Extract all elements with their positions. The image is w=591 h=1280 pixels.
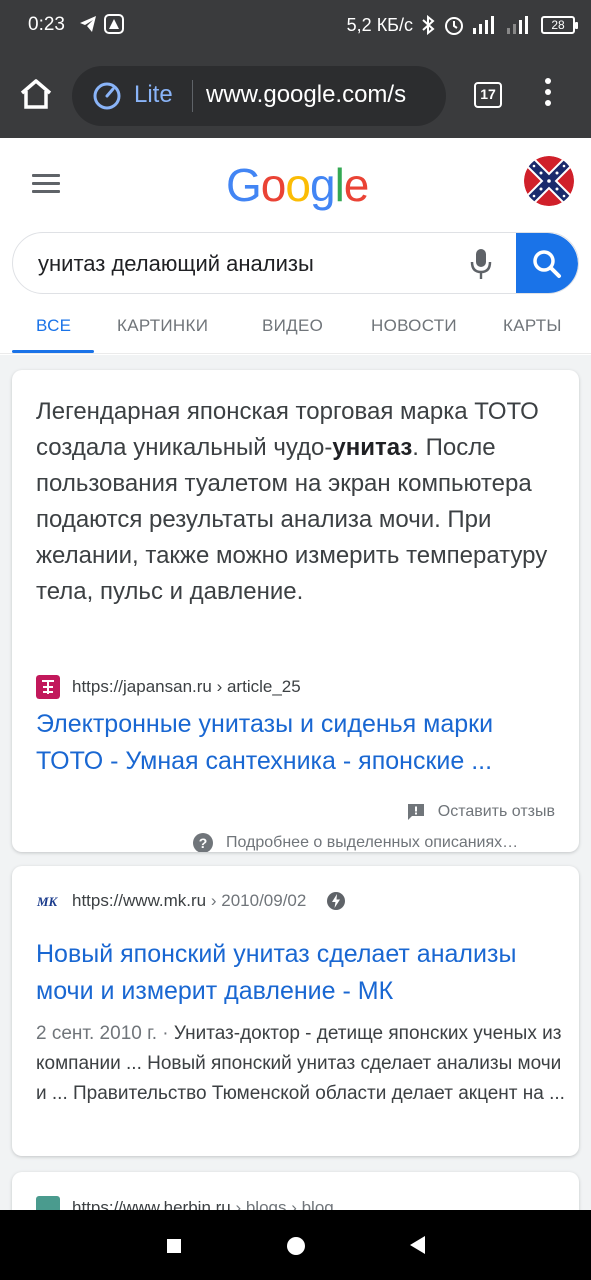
search-tabs: ВСЕ КАРТИНКИ ВИДЕО НОВОСТИ КАРТЫ — [0, 300, 591, 354]
search-icon[interactable] — [516, 233, 578, 294]
address-bar[interactable]: Lite www.google.com/s — [72, 66, 446, 126]
result-title[interactable]: Новый японский унитаз сделает анализы мо… — [36, 936, 566, 1010]
tab-images[interactable]: КАРТИНКИ — [117, 316, 208, 336]
telegram-icon — [80, 16, 96, 32]
source-path[interactable]: › article_25 — [212, 677, 301, 696]
amp-icon — [327, 892, 346, 910]
status-bar: 0:23 5,2 КБ/с 28 — [0, 0, 591, 52]
search-box[interactable]: унитаз делающий анализы — [12, 232, 579, 294]
feedback-label[interactable]: Оставить отзыв — [438, 803, 555, 821]
google-header: Google — [0, 138, 591, 230]
microphone-icon[interactable] — [469, 248, 493, 280]
source-domain[interactable]: https://japansan.ru — [72, 677, 212, 696]
url-divider — [192, 80, 193, 112]
feedback-icon — [407, 804, 424, 820]
battery-icon: 28 — [541, 16, 578, 34]
home-icon[interactable] — [18, 76, 54, 112]
home-button[interactable] — [287, 1237, 305, 1255]
tab-video[interactable]: ВИДЕО — [262, 316, 323, 336]
source-path[interactable]: › 2010/09/02 — [206, 891, 306, 910]
google-logo-letter: o — [260, 159, 287, 211]
avatar[interactable] — [524, 156, 574, 206]
result-date: 2 сент. 2010 г. · — [36, 1023, 174, 1044]
tab-switcher-button[interactable]: 17 — [474, 82, 502, 108]
status-time: 0:23 — [28, 14, 65, 35]
tab-news[interactable]: НОВОСТИ — [371, 316, 457, 336]
google-logo-letter: l — [334, 159, 345, 211]
help-icon: ? — [193, 833, 213, 852]
about-label[interactable]: Подробнее о выделенных описаниях… — [226, 834, 518, 852]
signal-2-icon — [507, 16, 528, 34]
snippet-highlight: унитаз — [332, 434, 413, 461]
app-notification-icon — [104, 14, 124, 34]
mk-favicon-icon: MK — [36, 889, 60, 913]
url-text[interactable]: www.google.com/s — [206, 81, 406, 109]
featured-source[interactable]: https://japansan.ru › article_25 — [36, 675, 301, 699]
result-source[interactable]: MK https://www.mk.ru › 2010/09/02 — [36, 889, 346, 913]
lite-mode-icon[interactable] — [92, 81, 122, 111]
featured-result-title[interactable]: Электронные унитазы и сиденья марки ТОТО… — [36, 706, 566, 780]
google-logo-letter: o — [285, 159, 311, 211]
browser-toolbar: Lite www.google.com/s 17 — [0, 52, 591, 138]
source-domain[interactable]: https://www.mk.ru — [72, 891, 206, 910]
hamburger-menu-icon[interactable] — [32, 174, 60, 194]
alarm-icon — [445, 17, 463, 35]
featured-snippet-text: Легендарная японская торговая марка ТОТО… — [36, 394, 556, 610]
back-button[interactable] — [410, 1236, 425, 1254]
overflow-menu-icon[interactable] — [538, 78, 558, 114]
google-logo-letter: G — [226, 159, 262, 211]
google-logo-letter: g — [309, 159, 336, 211]
svg-text:?: ? — [199, 835, 208, 851]
android-nav-bar — [0, 1210, 591, 1280]
net-speed: 5,2 КБ/с — [346, 14, 413, 35]
source-url[interactable]: https://www.mk.ru › 2010/09/02 — [72, 891, 306, 911]
bluetooth-icon — [422, 15, 435, 35]
feedback-link[interactable]: Оставить отзыв — [406, 802, 555, 822]
result-card: MK https://www.mk.ru › 2010/09/02 Новый … — [12, 866, 579, 1156]
google-logo-letter: e — [343, 159, 370, 211]
battery-level: 28 — [551, 18, 565, 32]
status-right: 5,2 КБ/с 28 — [346, 14, 578, 36]
svg-text:MK: MK — [36, 894, 59, 909]
lite-mode-label[interactable]: Lite — [134, 81, 173, 109]
tab-all[interactable]: ВСЕ — [36, 316, 71, 336]
tab-maps[interactable]: КАРТЫ — [503, 316, 562, 336]
recents-button[interactable] — [167, 1239, 181, 1253]
active-tab-indicator — [12, 350, 94, 353]
result-snippet: 2 сент. 2010 г. · Унитаз-доктор - детище… — [36, 1019, 566, 1109]
signal-icon — [473, 16, 494, 34]
search-input[interactable]: унитаз делающий анализы — [38, 251, 314, 277]
featured-snippet-card: Легендарная японская торговая марка ТОТО… — [12, 370, 579, 852]
google-logo[interactable]: Google — [226, 158, 370, 212]
about-snippets-link[interactable]: ? Подробнее о выделенных описаниях… — [192, 832, 518, 852]
japansan-favicon-icon — [36, 675, 60, 699]
source-url[interactable]: https://japansan.ru › article_25 — [72, 677, 301, 697]
search-button[interactable] — [516, 233, 578, 294]
